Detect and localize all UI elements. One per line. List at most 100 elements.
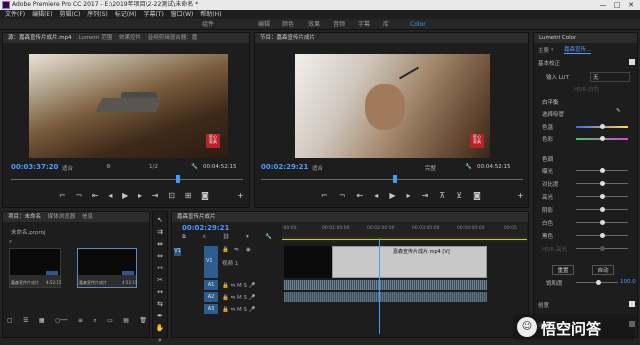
lumetri-sequence-dropdown[interactable]: 嘉森宣传... xyxy=(564,45,592,54)
export-frame-icon[interactable]: ◙ xyxy=(201,191,209,200)
export-frame-icon[interactable]: ◙ xyxy=(473,191,481,200)
project-search-icon[interactable]: ⌕ xyxy=(9,239,12,246)
timeline-playhead[interactable] xyxy=(379,238,381,334)
audio-track-row[interactable]: 🔒 ⇋ M S 🎤 xyxy=(222,280,256,292)
hand-tool-icon[interactable]: ✋ xyxy=(156,324,165,332)
menu-title[interactable]: 字幕(T) xyxy=(143,11,163,18)
go-to-out-icon[interactable]: ⇥ xyxy=(152,191,159,200)
workspace-color[interactable]: 颜色 xyxy=(282,19,294,30)
step-forward-icon[interactable]: ▸ xyxy=(407,191,411,200)
source-add-button-icon[interactable]: + xyxy=(237,191,244,200)
audio-track-row[interactable]: 🔒 ⇋ M S 🎤 xyxy=(222,292,256,304)
go-to-in-icon[interactable]: ⇤ xyxy=(92,191,99,200)
program-fit-dropdown[interactable]: 适合 xyxy=(312,164,323,172)
selection-tool-icon[interactable]: ↖ xyxy=(157,216,163,224)
sort-icon[interactable]: ≡ xyxy=(78,317,83,325)
eyedropper-icon[interactable]: ✎ xyxy=(616,108,621,114)
basic-correction-header[interactable]: 基本校正 xyxy=(538,59,560,67)
basic-correction-checkbox[interactable] xyxy=(629,59,635,65)
search-icon[interactable]: ⌕ xyxy=(93,317,96,325)
source-scale-dropdown[interactable]: 1/2 xyxy=(149,164,158,170)
tab-media-browser[interactable]: 媒体浏览器 xyxy=(48,214,76,220)
new-bin-icon[interactable]: ▭ xyxy=(107,317,113,325)
go-to-in-icon[interactable]: ⇤ xyxy=(357,191,364,200)
linked-icon[interactable]: ⛓ xyxy=(223,234,230,241)
track-v1-lock-icon[interactable]: 🔒 xyxy=(222,247,229,253)
menu-file[interactable]: 文件(F) xyxy=(5,11,25,18)
tab-sequence[interactable]: 嘉森宣传片成片 xyxy=(177,214,216,220)
razor-tool-icon[interactable]: ✂ xyxy=(157,276,163,284)
audio-clip-a1[interactable] xyxy=(284,280,487,290)
creative-header[interactable]: 创意 xyxy=(538,301,549,309)
program-wrench-icon[interactable]: 🔧 xyxy=(465,164,472,170)
program-add-button-icon[interactable]: + xyxy=(517,191,524,200)
tab-source[interactable]: 源：嘉森宣传片成片.mp4 xyxy=(8,35,72,41)
nest-icon[interactable]: ⧉ xyxy=(182,234,186,241)
menu-clip[interactable]: 剪辑(C) xyxy=(59,11,80,18)
saturation-knob[interactable] xyxy=(596,280,601,285)
source-wrench-icon[interactable]: 🔧 xyxy=(191,164,198,170)
program-timecode[interactable]: 00:02:29:21 xyxy=(261,163,308,171)
source-playhead[interactable] xyxy=(176,175,181,183)
track-v1-sync-icon[interactable]: ⇋ xyxy=(234,247,239,253)
menu-help[interactable]: 帮助(H) xyxy=(200,11,221,18)
tone-row-knob[interactable] xyxy=(600,220,605,225)
go-to-out-icon[interactable]: ⇥ xyxy=(422,191,429,200)
project-item-thumbnail[interactable]: 嘉森宣传片成片 4:52:15 xyxy=(77,248,137,288)
track-v1-target[interactable]: V1 xyxy=(204,246,218,278)
ripple-edit-icon[interactable]: ⇹ xyxy=(157,240,163,248)
tone-row-knob[interactable] xyxy=(600,207,605,212)
workspace-libraries[interactable]: 库 xyxy=(383,19,389,30)
workspace-titles[interactable]: 字幕 xyxy=(358,19,370,30)
video-clip[interactable]: 嘉森宣传片成片.mp4 [V] xyxy=(332,246,487,278)
tab-effect-controls[interactable]: 效果控件 xyxy=(119,35,141,41)
mark-in-icon[interactable]: ⌐ xyxy=(59,191,66,200)
audio-track-row[interactable]: 🔒 ⇋ M S 🎤 xyxy=(222,304,256,316)
workspace-audio[interactable]: 音频 xyxy=(333,19,345,30)
track-a1-target[interactable]: A1 xyxy=(204,280,218,290)
menu-window[interactable]: 窗口(W) xyxy=(171,11,194,18)
lift-icon[interactable]: ⊼ xyxy=(439,191,445,200)
extract-icon[interactable]: ⊻ xyxy=(456,191,462,200)
add-marker-icon[interactable]: ▾ xyxy=(246,234,249,241)
delete-icon[interactable]: 🗑 xyxy=(139,317,147,325)
icon-view-icon[interactable]: ▦ xyxy=(39,317,45,325)
source-settings-icon[interactable]: ⚙ xyxy=(106,164,111,170)
reset-button[interactable]: 重置 xyxy=(552,265,574,275)
saturation-value[interactable]: 100.0 xyxy=(620,279,636,285)
track-select-icon[interactable]: ⇉ xyxy=(157,228,163,236)
mark-in-icon[interactable]: ⌐ xyxy=(321,191,328,200)
program-quality-dropdown[interactable]: 完整 xyxy=(425,164,436,172)
maximize-button[interactable]: □ xyxy=(610,0,624,10)
track-a2-target[interactable]: A2 xyxy=(204,292,218,302)
workspace-color-active[interactable]: Color xyxy=(410,19,426,30)
play-icon[interactable]: ▶ xyxy=(389,191,395,200)
source-fit-dropdown[interactable]: 适合 xyxy=(62,164,73,172)
rolling-edit-icon[interactable]: ⇔ xyxy=(157,252,163,260)
tone-row-knob[interactable] xyxy=(600,181,605,186)
workspace-editing[interactable]: 编辑 xyxy=(258,19,270,30)
source-patch-v1[interactable]: V1 xyxy=(174,248,181,256)
step-back-icon[interactable]: ◂ xyxy=(374,191,378,200)
temperature-knob[interactable] xyxy=(600,124,605,129)
tab-audio-mixer[interactable]: 音频剪辑混合器：嘉 xyxy=(148,35,198,41)
slide-tool-icon[interactable]: ⇆ xyxy=(157,300,163,308)
tab-program[interactable]: 节目：嘉森宣传片成片 xyxy=(260,35,315,41)
lock-icon[interactable]: ▢ xyxy=(7,317,13,325)
timeline-ruler[interactable]: :00:00 00:01:00:00 00:02:00:00 00:03:00:00 0… xyxy=(282,224,527,242)
rate-stretch-icon[interactable]: ⇿ xyxy=(157,264,163,272)
list-view-icon[interactable]: ☰ xyxy=(23,317,28,325)
input-lut-dropdown[interactable]: 无 xyxy=(590,72,630,82)
zoom-slider-icon[interactable]: ○── xyxy=(55,317,67,325)
track-a3-target[interactable]: A3 xyxy=(204,304,218,314)
overwrite-icon[interactable]: ⊞ xyxy=(185,191,192,200)
workspace-assembly[interactable]: 组件 xyxy=(202,19,214,30)
mark-out-icon[interactable]: ¬ xyxy=(75,191,82,200)
source-timecode[interactable]: 00:03:37:20 xyxy=(11,163,58,171)
source-scrub-track[interactable] xyxy=(11,179,243,180)
tone-row-knob[interactable] xyxy=(600,246,605,251)
mark-out-icon[interactable]: ¬ xyxy=(339,191,346,200)
step-back-icon[interactable]: ◂ xyxy=(108,191,112,200)
creative-checkbox[interactable] xyxy=(629,301,635,307)
tint-knob[interactable] xyxy=(600,136,605,141)
